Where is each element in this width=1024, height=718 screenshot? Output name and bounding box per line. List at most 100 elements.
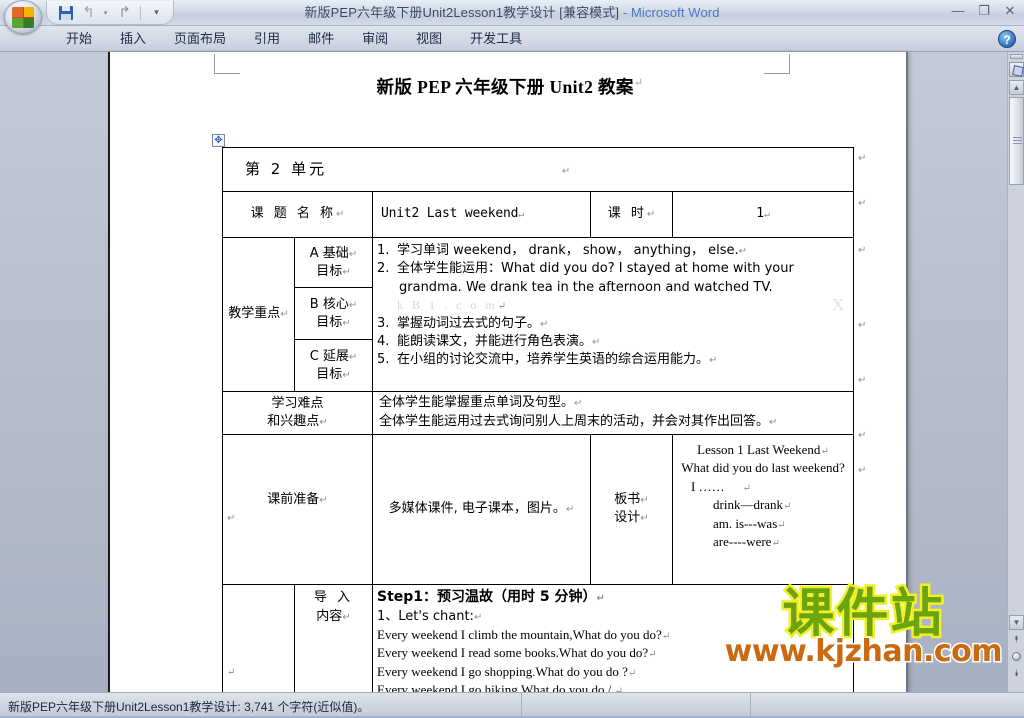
- pilcrow-icon: ↵: [820, 445, 829, 457]
- pilcrow-icon: ↵: [858, 465, 867, 476]
- undo-button[interactable]: ↰: [78, 3, 99, 23]
- window-title-document: 新版PEP六年级下册Unit2Lesson1教学设计 [兼容模式]: [304, 5, 620, 20]
- tab-references[interactable]: 引用: [240, 27, 294, 51]
- table-row-topic: 课 题 名 称↵ Unit2 Last weekend↵ 课 时 ↵ 1↵: [222, 191, 854, 238]
- step1-line-2: Every weekend I climb the mountain,What …: [377, 627, 671, 643]
- unit-cell[interactable]: 第 2 单元 ↵: [222, 147, 854, 192]
- difficulty-value[interactable]: 全体学生能掌握重点单词及句型。 ↵ 全体学生能运用过去式询问别人上周末的活动，并会…: [372, 391, 854, 435]
- status-bar: 新版PEP六年级下册Unit2Lesson1教学设计: 3,741 个字符(近似…: [0, 692, 1024, 718]
- period-value-text: 1: [756, 206, 764, 222]
- goal-c-label: C 延展↵ 目标↵: [294, 339, 373, 392]
- status-divider-2: [750, 693, 751, 718]
- table-row-unit: 第 2 单元 ↵: [222, 147, 854, 192]
- pilcrow-icon: ↵: [342, 611, 351, 623]
- pilcrow-icon: ↵: [858, 245, 867, 256]
- lesson-plan-table: 第 2 单元 ↵ 课 题 名 称↵ Unit2 Last weekend↵ 课 …: [222, 147, 854, 692]
- scroll-up-button[interactable]: ▲: [1009, 80, 1024, 95]
- tab-view[interactable]: 视图: [402, 27, 456, 51]
- tab-review[interactable]: 审阅: [348, 27, 402, 51]
- difficulty-label-line2: 和兴趣点: [267, 413, 320, 429]
- intro-gutter-cell[interactable]: ↵: [222, 583, 295, 692]
- pilcrow-icon: ↵: [783, 501, 792, 513]
- goal-item-4: 能朗读课文，并能进行角色表演。↵: [397, 334, 601, 349]
- close-button[interactable]: ✕: [1002, 3, 1018, 19]
- pilcrow-icon: ↵: [742, 482, 751, 494]
- view-ruler-button[interactable]: [1009, 62, 1024, 77]
- next-page-button[interactable]: ⯯: [1009, 666, 1024, 681]
- tab-developer[interactable]: 开发工具: [456, 27, 536, 51]
- ribbon-tabs: 开始 插入 页面布局 引用 邮件 审阅 视图 开发工具: [52, 26, 536, 52]
- board-line-5: am. is---was↵: [713, 515, 786, 531]
- pilcrow-icon: ↵: [596, 592, 605, 604]
- prep-value[interactable]: 多媒体课件, 电子课本，图片。↵: [372, 433, 591, 585]
- difficulty-line-2: 全体学生能运用过去式询问别人上周末的活动，并会对其作出回答。: [379, 413, 770, 429]
- goal-b-label: B 核心↵ 目标↵: [294, 287, 373, 340]
- pilcrow-icon: ↵: [738, 246, 748, 257]
- split-window-handle[interactable]: [1010, 54, 1023, 59]
- table-move-handle[interactable]: ✥: [212, 134, 225, 147]
- tab-mailings[interactable]: 邮件: [294, 27, 348, 51]
- pilcrow-icon: ↵: [348, 299, 358, 311]
- pilcrow-icon: ↵: [858, 198, 867, 209]
- word-window: 新版PEP六年级下册Unit2Lesson1教学设计 [兼容模式] - Micr…: [0, 0, 1024, 718]
- step1-heading: Step1：预习温故（用时 5 分钟）↵: [377, 588, 605, 605]
- pilcrow-icon: ↵: [771, 537, 780, 549]
- scrollbar-thumb[interactable]: [1009, 97, 1024, 185]
- customize-quick-access-button[interactable]: ▾: [146, 3, 167, 23]
- quick-access-toolbar: ↰ ▾ ↱ ▾: [46, 1, 174, 25]
- pilcrow-icon: ↵: [319, 416, 328, 428]
- goal-item-5: 在小组的讨论交流中，培养学生英语的综合运用能力。↵: [397, 352, 718, 368]
- office-button[interactable]: [4, 0, 42, 34]
- difficulty-label: 学习难点 和兴趣点↵: [222, 391, 373, 435]
- restore-button[interactable]: ❐: [976, 3, 992, 19]
- pilcrow-icon: ↵: [497, 301, 510, 313]
- board-line-6: are----were↵: [713, 533, 780, 549]
- pilcrow-icon: ↵: [342, 317, 351, 329]
- ghost-watermark-text: k B 1 . c o m↵: [397, 298, 510, 313]
- tab-home[interactable]: 开始: [52, 27, 106, 51]
- goal-number-3: 3.: [377, 315, 390, 331]
- toolbar-divider: [140, 5, 141, 20]
- previous-page-button[interactable]: ⯭: [1009, 632, 1024, 647]
- pilcrow-icon: ↵: [858, 375, 867, 386]
- vertical-scrollbar[interactable]: ▲ ▼ ⯭ ⯯: [1007, 52, 1024, 692]
- select-browse-object-button[interactable]: [1009, 649, 1024, 664]
- pilcrow-icon: ↵: [336, 209, 345, 221]
- step1-line-1: 1、Let's chant:↵: [377, 608, 483, 624]
- redo-button[interactable]: ↱: [114, 3, 135, 23]
- document-page[interactable]: 新版 PEP 六年级下册 Unit2 教案↵ ✥ 第 2 单元 ↵ 课 题 名 …: [108, 52, 908, 692]
- topic-label: 课 题 名 称↵: [222, 191, 373, 238]
- window-title-separator: -: [619, 5, 631, 20]
- goals-cell[interactable]: 1. 学习单词 weekend， drank， show， anything， …: [372, 237, 854, 392]
- undo-dropdown[interactable]: ▾: [101, 3, 112, 23]
- save-button[interactable]: [55, 3, 76, 23]
- tab-insert[interactable]: 插入: [106, 27, 160, 51]
- window-title-app: Microsoft Word: [630, 5, 720, 20]
- step1-line-5: Every weekend I go hiking.What do you do…: [377, 681, 849, 692]
- difficulty-line-1: 全体学生能掌握重点单词及句型。: [379, 395, 575, 410]
- goal-number-5: 5.: [377, 352, 390, 368]
- pilcrow-icon: ↵: [633, 77, 644, 90]
- board-design-value[interactable]: Lesson 1 Last Weekend↵ What did you do l…: [672, 433, 854, 585]
- intro-content[interactable]: Step1：预习温故（用时 5 分钟）↵ 1、Let's chant:↵ Eve…: [372, 583, 854, 692]
- pilcrow-icon: ↵: [348, 248, 358, 260]
- page-title-text: 新版 PEP 六年级下册 Unit2 教案: [376, 77, 634, 97]
- scroll-down-button[interactable]: ▼: [1009, 615, 1024, 630]
- redo-icon: ↱: [118, 4, 131, 21]
- status-divider-1: [521, 693, 522, 718]
- ghost-x-mark: X: [832, 295, 845, 314]
- help-button[interactable]: ?: [998, 30, 1016, 48]
- topic-value[interactable]: Unit2 Last weekend↵: [372, 191, 591, 238]
- pilcrow-icon: ↵: [769, 416, 778, 428]
- goal-number-4: 4.: [377, 334, 390, 349]
- pilcrow-icon: ↵: [280, 309, 289, 321]
- pilcrow-icon: ↵: [319, 494, 328, 506]
- pilcrow-icon: ↵: [565, 503, 575, 515]
- minimize-button[interactable]: —: [950, 3, 966, 19]
- pilcrow-icon: ↵: [858, 430, 867, 441]
- pilcrow-icon: ↵: [858, 153, 867, 164]
- pilcrow-icon: ↵: [858, 320, 867, 331]
- period-label-text: 课 时: [607, 206, 647, 222]
- tab-page-layout[interactable]: 页面布局: [160, 27, 240, 51]
- period-value[interactable]: 1↵: [672, 191, 854, 238]
